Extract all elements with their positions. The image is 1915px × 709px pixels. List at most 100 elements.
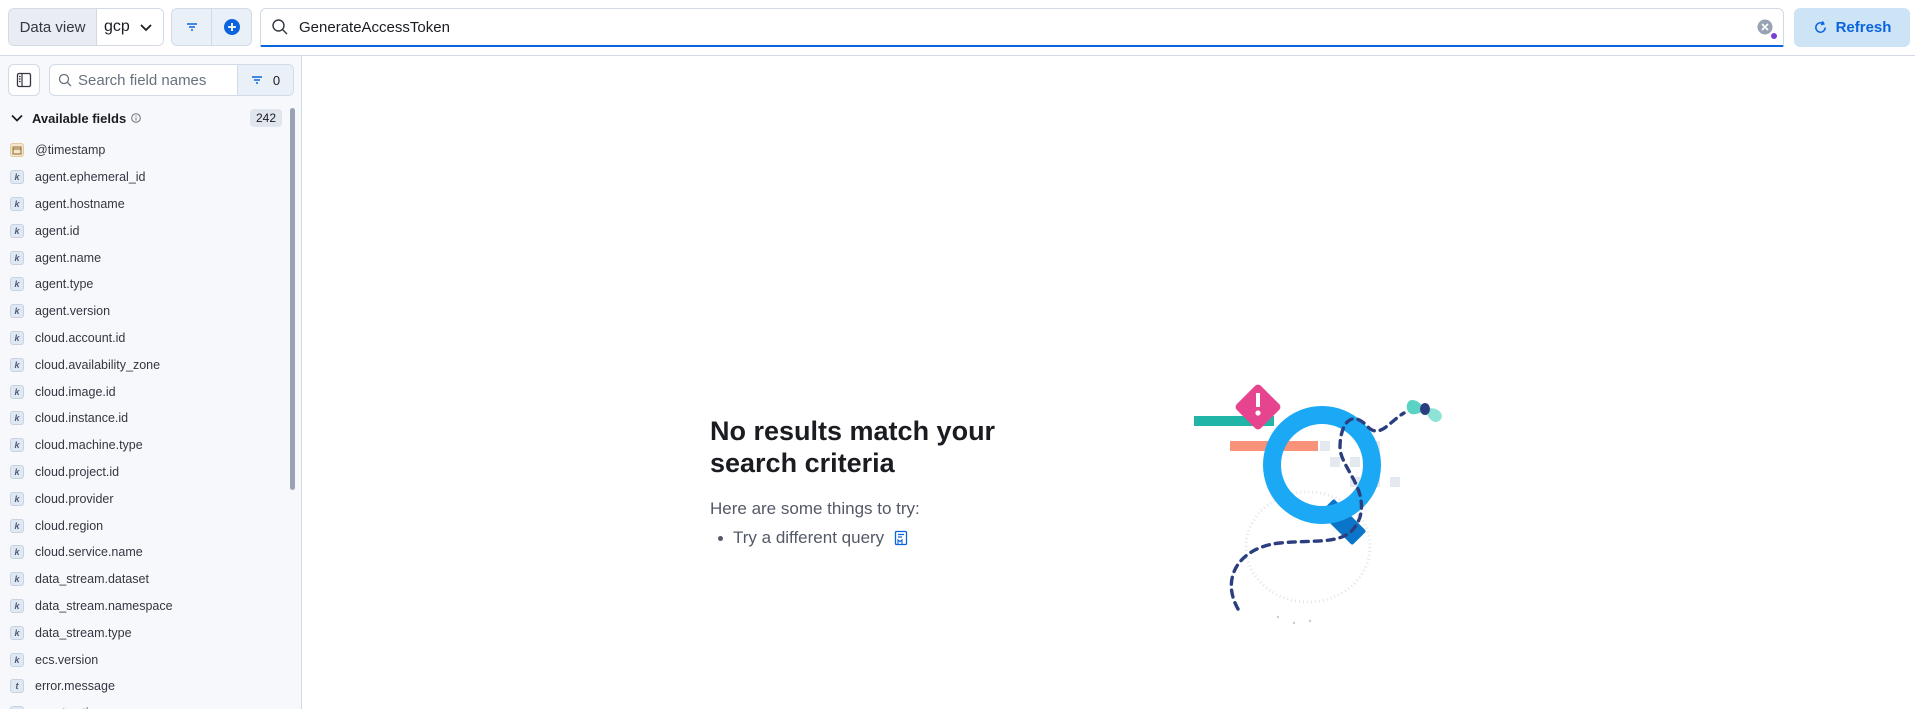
keyword-type-icon: k [10,277,24,292]
field-name: agent.version [35,304,111,319]
field-list-item[interactable]: k cloud.machine.type [10,432,282,459]
field-list-item[interactable]: k data_stream.type [10,619,282,646]
keyword-type-icon: k [10,652,24,667]
field-name: data_stream.namespace [35,598,173,613]
calendar-icon [10,143,24,158]
query-bar[interactable]: GenerateAccessToken [260,8,1784,47]
field-list-item[interactable]: k cloud.account.id [10,325,282,352]
field-list-sidebar: Search field names 0 Available fields 24… [0,56,302,709]
field-search[interactable]: Search field names 0 [49,64,294,96]
keyword-type-icon: k [10,170,24,185]
field-list-item[interactable]: k cloud.image.id [10,378,282,405]
no-results-illustration [1194,384,1442,625]
field-list: @timestamp k agent.ephemeral_id k agent.host… [10,137,282,709]
refresh-button[interactable]: Refresh [1794,8,1910,47]
empty-state-subtitle: Here are some things to try: [710,499,920,518]
field-name: cloud.region [35,518,104,533]
field-name: cloud.project.id [35,464,120,479]
suggestion-item: Try a different query [718,528,908,548]
field-list-item[interactable]: k cloud.service.name [10,539,282,566]
field-name: error.message [35,679,115,694]
field-name: agent.ephemeral_id [35,170,146,185]
empty-state-title: No results match your search criteria [710,416,996,478]
clear-query-button[interactable] [1757,19,1777,39]
field-list-item[interactable]: k agent.hostname [10,191,282,218]
field-list-item[interactable]: k cloud.availability_zone [10,351,282,378]
data-view-select[interactable]: gcp [97,9,163,45]
keyword-type-icon: k [10,304,24,319]
info-icon [131,113,141,123]
keyword-type-icon: k [10,196,24,211]
keyword-type-icon: k [10,464,24,479]
field-list-item[interactable]: t error.message [10,673,282,700]
main-content: No results match your search criteria He… [303,57,1915,709]
field-list-item[interactable]: k cloud.region [10,512,282,539]
field-list-item[interactable]: k data_stream.dataset [10,566,282,593]
field-name: agent.type [35,277,94,292]
add-filter-button[interactable] [211,9,251,45]
plus-circle-icon [223,19,240,35]
refresh-icon [1814,21,1826,33]
field-name: ecs.version [35,652,99,667]
field-list-item[interactable]: k cloud.project.id [10,459,282,486]
available-fields-count: 242 [249,109,282,127]
search-icon [58,73,72,87]
field-list-item[interactable]: @timestamp [10,137,282,164]
search-icon [272,19,288,35]
data-view-picker[interactable]: Data view gcp [8,8,164,46]
filter-icon [251,76,262,84]
available-fields-label: Available fields [32,110,127,126]
keyword-type-icon: k [10,438,24,453]
field-search-input[interactable]: Search field names [78,72,237,89]
bullet-dot [718,535,723,541]
field-name: cloud.provider [35,491,114,506]
field-name: cloud.image.id [35,384,116,399]
assistant-indicator-dot [1771,33,1777,39]
field-name: agent.id [35,223,80,238]
data-view-label: Data view [9,9,97,45]
field-list-item[interactable]: k cloud.instance.id [10,405,282,432]
clear-icon [1757,19,1773,35]
filter-icon [186,23,197,31]
field-name: cloud.service.name [35,545,143,560]
field-type-filter-button[interactable]: 0 [237,65,293,95]
keyword-type-icon: k [10,598,24,613]
available-fields-header[interactable]: Available fields 242 [10,106,282,130]
keyword-type-icon: k [10,357,24,372]
field-list-item[interactable]: k agent.version [10,298,282,325]
field-list-item[interactable]: kevent.action [10,700,282,709]
documentation-icon[interactable] [894,530,908,546]
field-name: agent.name [35,250,102,265]
filter-button-group [171,8,252,46]
field-list-item[interactable]: k agent.name [10,244,282,271]
top-toolbar: Data view gcp GenerateAccessToken Refres… [0,0,1915,56]
keyword-type-icon: k [10,384,24,399]
collapse-sidebar-button[interactable] [8,64,40,96]
field-name: cloud.account.id [35,330,126,345]
query-input[interactable]: GenerateAccessToken [299,19,1757,36]
chevron-down-icon [11,114,23,122]
keyword-type-icon: k [10,330,24,345]
data-view-value: gcp [104,18,130,35]
filter-menu-button[interactable] [172,9,211,45]
text-type-icon: t [10,679,24,694]
field-name: data_stream.dataset [35,572,149,587]
keyword-type-icon: k [10,545,24,560]
field-list-item[interactable]: k agent.type [10,271,282,298]
filter-count: 0 [272,72,281,88]
field-list-item[interactable]: k agent.id [10,217,282,244]
field-list-item[interactable]: k agent.ephemeral_id [10,164,282,191]
field-name: cloud.availability_zone [35,357,161,372]
field-name: @timestamp [35,143,106,158]
suggestion-text: Try a different query [733,528,885,547]
keyword-type-icon: k [10,572,24,587]
field-list-item[interactable]: k data_stream.namespace [10,593,282,620]
keyword-type-icon: k [10,625,24,640]
field-list-item[interactable]: k ecs.version [10,646,282,673]
field-name: cloud.machine.type [35,438,143,453]
field-list-item[interactable]: k cloud.provider [10,485,282,512]
keyword-type-icon: k [10,518,24,533]
field-name: agent.hostname [35,196,125,211]
chevron-down-icon [140,24,152,32]
sidebar-scrollbar[interactable] [290,108,295,490]
